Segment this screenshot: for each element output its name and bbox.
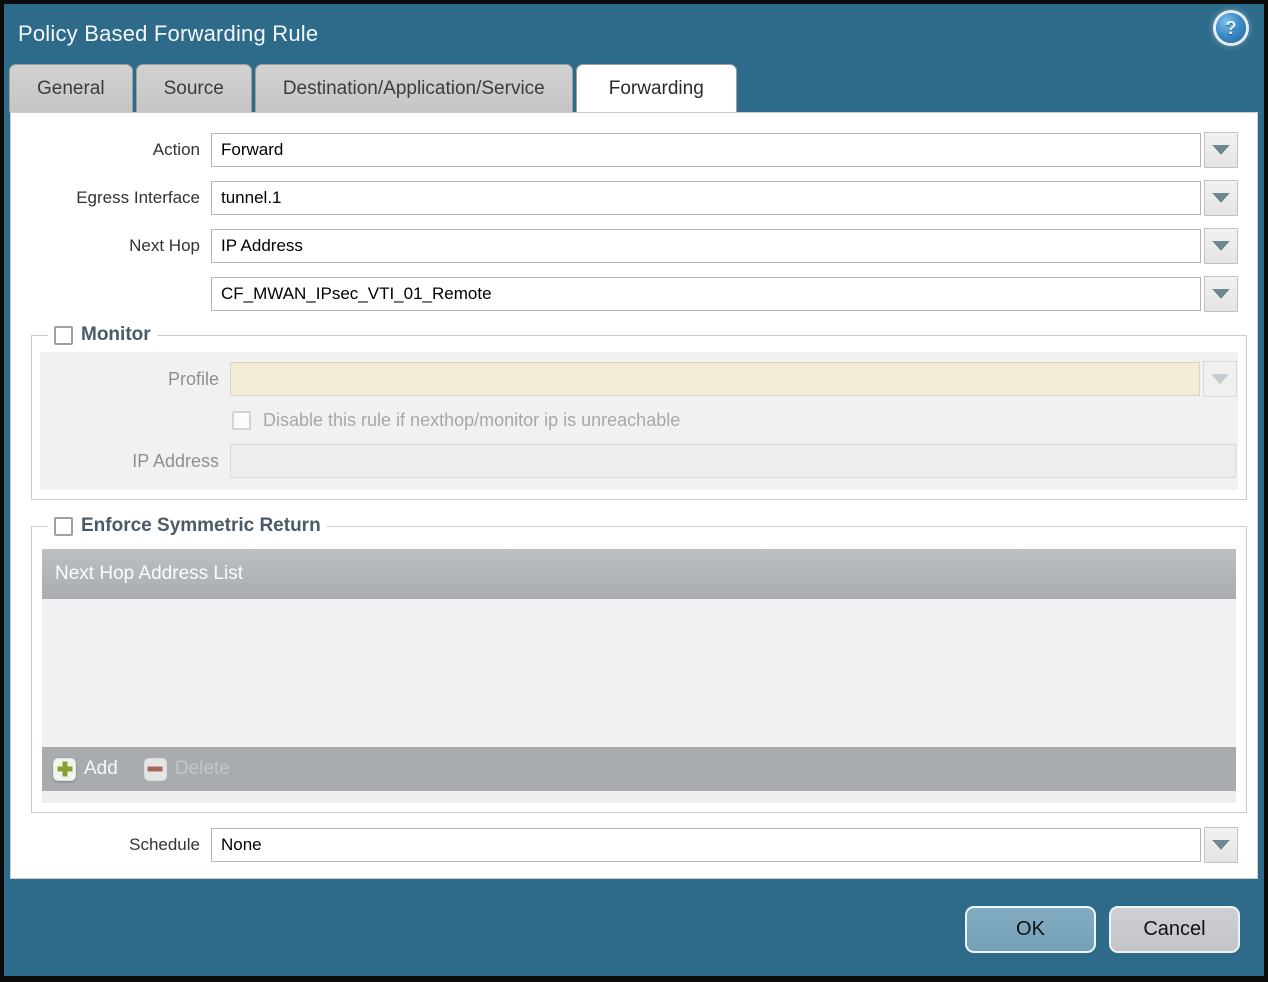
tab-source[interactable]: Source: [135, 64, 252, 112]
plus-icon: [53, 757, 76, 781]
chevron-down-icon: [1211, 374, 1229, 384]
disable-rule-label: Disable this rule if nexthop/monitor ip …: [263, 410, 681, 430]
profile-label: Profile: [167, 368, 219, 389]
enforce-symmetric-return-legend-label: Enforce Symmetric Return: [81, 515, 321, 536]
tab-bar: General Source Destination/Application/S…: [4, 64, 1264, 112]
add-button-label: Add: [84, 758, 118, 779]
tab-forwarding[interactable]: Forwarding: [575, 64, 737, 112]
tab-destination-application-service[interactable]: Destination/Application/Service: [254, 64, 573, 112]
profile-dropdown-button: [1203, 361, 1237, 397]
screen-frame: Policy Based Forwarding Rule ? General S…: [0, 0, 1268, 982]
monitor-legend: Monitor: [48, 324, 157, 346]
action-dropdown-button[interactable]: [1204, 132, 1238, 168]
schedule-select[interactable]: None: [211, 828, 1201, 862]
next-hop-address-list-header: Next Hop Address List: [42, 549, 1236, 599]
tab-general[interactable]: General: [9, 64, 133, 112]
egress-interface-select[interactable]: tunnel.1: [211, 181, 1201, 215]
forwarding-tab-panel: Action Forward Egress Interface tunnel.1…: [10, 112, 1258, 879]
schedule-label: Schedule: [129, 835, 200, 854]
profile-row: Profile: [40, 361, 1238, 397]
next-hop-type-select[interactable]: IP Address: [211, 229, 1201, 263]
next-hop-address-row: CF_MWAN_IPsec_VTI_01_Remote: [11, 276, 1257, 312]
table-bottom-strip: [42, 791, 1236, 803]
delete-button: Delete: [143, 757, 230, 781]
chevron-down-icon: [1212, 241, 1230, 251]
schedule-row: Schedule None: [11, 827, 1257, 863]
ok-button[interactable]: OK: [965, 906, 1096, 953]
egress-interface-dropdown-button[interactable]: [1204, 180, 1238, 216]
delete-button-label: Delete: [174, 758, 230, 779]
chevron-down-icon: [1212, 145, 1230, 155]
disable-rule-checkbox: [232, 411, 251, 430]
egress-interface-row: Egress Interface tunnel.1: [11, 180, 1257, 216]
enforce-symmetric-return-legend: Enforce Symmetric Return: [48, 515, 327, 537]
next-hop-type-dropdown-button[interactable]: [1204, 228, 1238, 264]
pbf-rule-dialog: Policy Based Forwarding Rule ? General S…: [4, 4, 1264, 976]
dialog-title: Policy Based Forwarding Rule: [18, 21, 319, 46]
minus-icon: [143, 757, 167, 781]
chevron-down-icon: [1212, 840, 1230, 850]
next-hop-row: Next Hop IP Address: [11, 228, 1257, 264]
table-toolbar: Add Delete: [42, 747, 1236, 791]
monitor-fieldset: Monitor Profile Disable this rule if nex…: [31, 324, 1247, 500]
enforce-symmetric-return-checkbox[interactable]: [54, 516, 73, 536]
monitor-ip-address-row: IP Address: [40, 444, 1238, 478]
dialog-titlebar: Policy Based Forwarding Rule ?: [4, 4, 1264, 64]
action-label: Action: [152, 140, 200, 159]
add-button[interactable]: Add: [53, 757, 118, 781]
next-hop-address-dropdown-button[interactable]: [1204, 276, 1238, 312]
next-hop-address-select[interactable]: CF_MWAN_IPsec_VTI_01_Remote: [211, 277, 1201, 311]
next-hop-address-list-body[interactable]: [42, 599, 1236, 747]
cancel-button[interactable]: Cancel: [1109, 906, 1240, 953]
monitor-panel: Profile Disable this rule if nexthop/mon…: [40, 352, 1238, 490]
monitor-legend-label: Monitor: [81, 324, 151, 345]
question-mark-icon: ?: [1225, 17, 1237, 38]
help-button[interactable]: ?: [1216, 13, 1246, 43]
action-select[interactable]: Forward: [211, 133, 1201, 167]
disable-rule-row: Disable this rule if nexthop/monitor ip …: [232, 410, 1238, 431]
egress-interface-label: Egress Interface: [76, 188, 200, 207]
monitor-ip-address-input: [230, 444, 1236, 478]
schedule-dropdown-button[interactable]: [1204, 827, 1238, 863]
chevron-down-icon: [1212, 289, 1230, 299]
chevron-down-icon: [1212, 193, 1230, 203]
next-hop-label: Next Hop: [129, 236, 200, 255]
monitor-checkbox[interactable]: [54, 325, 73, 345]
profile-select: [230, 362, 1200, 396]
action-row: Action Forward: [11, 132, 1257, 168]
next-hop-address-list-table: Next Hop Address List Add Delete: [42, 549, 1236, 791]
dialog-footer: OK Cancel: [4, 879, 1264, 976]
monitor-ip-address-label: IP Address: [132, 450, 219, 471]
enforce-symmetric-return-fieldset: Enforce Symmetric Return Next Hop Addres…: [31, 515, 1247, 813]
